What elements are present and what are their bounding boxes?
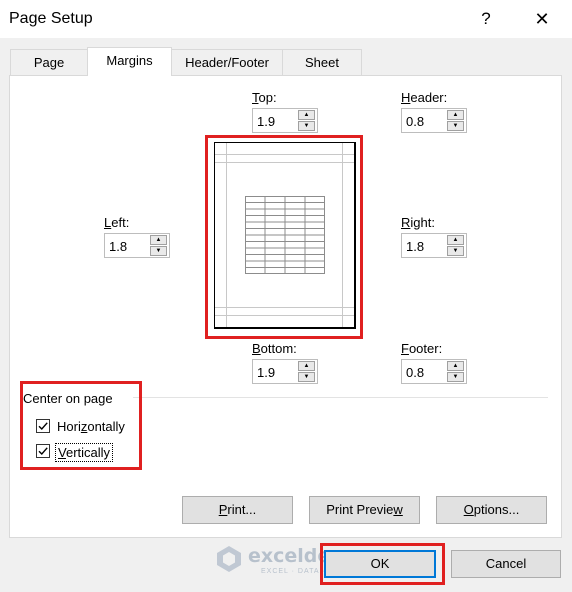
spin-down-icon[interactable]: ▼ [447, 372, 464, 382]
center-options-highlight-box [20, 381, 142, 470]
close-icon: ✕ [534, 9, 550, 29]
print-button[interactable]: Print... [182, 496, 293, 524]
left-margin-spinner[interactable]: 1.8 ▲ ▼ [104, 233, 170, 258]
preview-highlight-box [205, 135, 363, 339]
footer-margin-value[interactable]: 0.8 [406, 365, 424, 380]
left-label: Left: [104, 215, 130, 230]
tab-margins[interactable]: Margins [87, 47, 172, 76]
right-label: Right: [401, 215, 435, 230]
tab-sheet[interactable]: Sheet [282, 49, 362, 75]
print-preview-button[interactable]: Print Preview [309, 496, 420, 524]
tab-page[interactable]: Page [10, 49, 88, 75]
spin-up-icon[interactable]: ▲ [150, 235, 167, 245]
bottom-margin-spinner[interactable]: 1.9 ▲ ▼ [252, 359, 318, 384]
spin-down-icon[interactable]: ▼ [150, 246, 167, 256]
left-margin-value[interactable]: 1.8 [109, 239, 127, 254]
spin-down-icon[interactable]: ▼ [447, 121, 464, 131]
spin-up-icon[interactable]: ▲ [447, 235, 464, 245]
right-margin-value[interactable]: 1.8 [406, 239, 424, 254]
title-bar: Page Setup ? ✕ [0, 0, 572, 38]
header-margin-spinner[interactable]: 0.8 ▲ ▼ [401, 108, 467, 133]
footer-margin-spinner[interactable]: 0.8 ▲ ▼ [401, 359, 467, 384]
spin-up-icon[interactable]: ▲ [447, 361, 464, 371]
bottom-label: Bottom: [252, 341, 297, 356]
exceldemy-logo-icon [217, 546, 241, 572]
spin-up-icon[interactable]: ▲ [298, 110, 315, 120]
cancel-button[interactable]: Cancel [451, 550, 561, 578]
top-margin-spinner[interactable]: 1.9 ▲ ▼ [252, 108, 318, 133]
spin-down-icon[interactable]: ▼ [447, 246, 464, 256]
spin-down-icon[interactable]: ▼ [298, 372, 315, 382]
right-margin-spinner[interactable]: 1.8 ▲ ▼ [401, 233, 467, 258]
spin-up-icon[interactable]: ▲ [298, 361, 315, 371]
top-label: Top: [252, 90, 277, 105]
dialog-title: Page Setup [9, 10, 93, 27]
options-button[interactable]: Options... [436, 496, 547, 524]
tab-header-footer[interactable]: Header/Footer [171, 49, 283, 75]
close-button[interactable]: ✕ [528, 6, 556, 32]
bottom-margin-value[interactable]: 1.9 [257, 365, 275, 380]
header-label: Header: [401, 90, 448, 105]
footer-label: Footer: [401, 341, 443, 356]
ok-highlight-box [320, 543, 445, 585]
top-margin-value[interactable]: 1.9 [257, 114, 275, 129]
spin-up-icon[interactable]: ▲ [447, 110, 464, 120]
group-separator [133, 397, 548, 398]
help-button[interactable]: ? [473, 6, 499, 32]
spin-down-icon[interactable]: ▼ [298, 121, 315, 131]
header-margin-value[interactable]: 0.8 [406, 114, 424, 129]
